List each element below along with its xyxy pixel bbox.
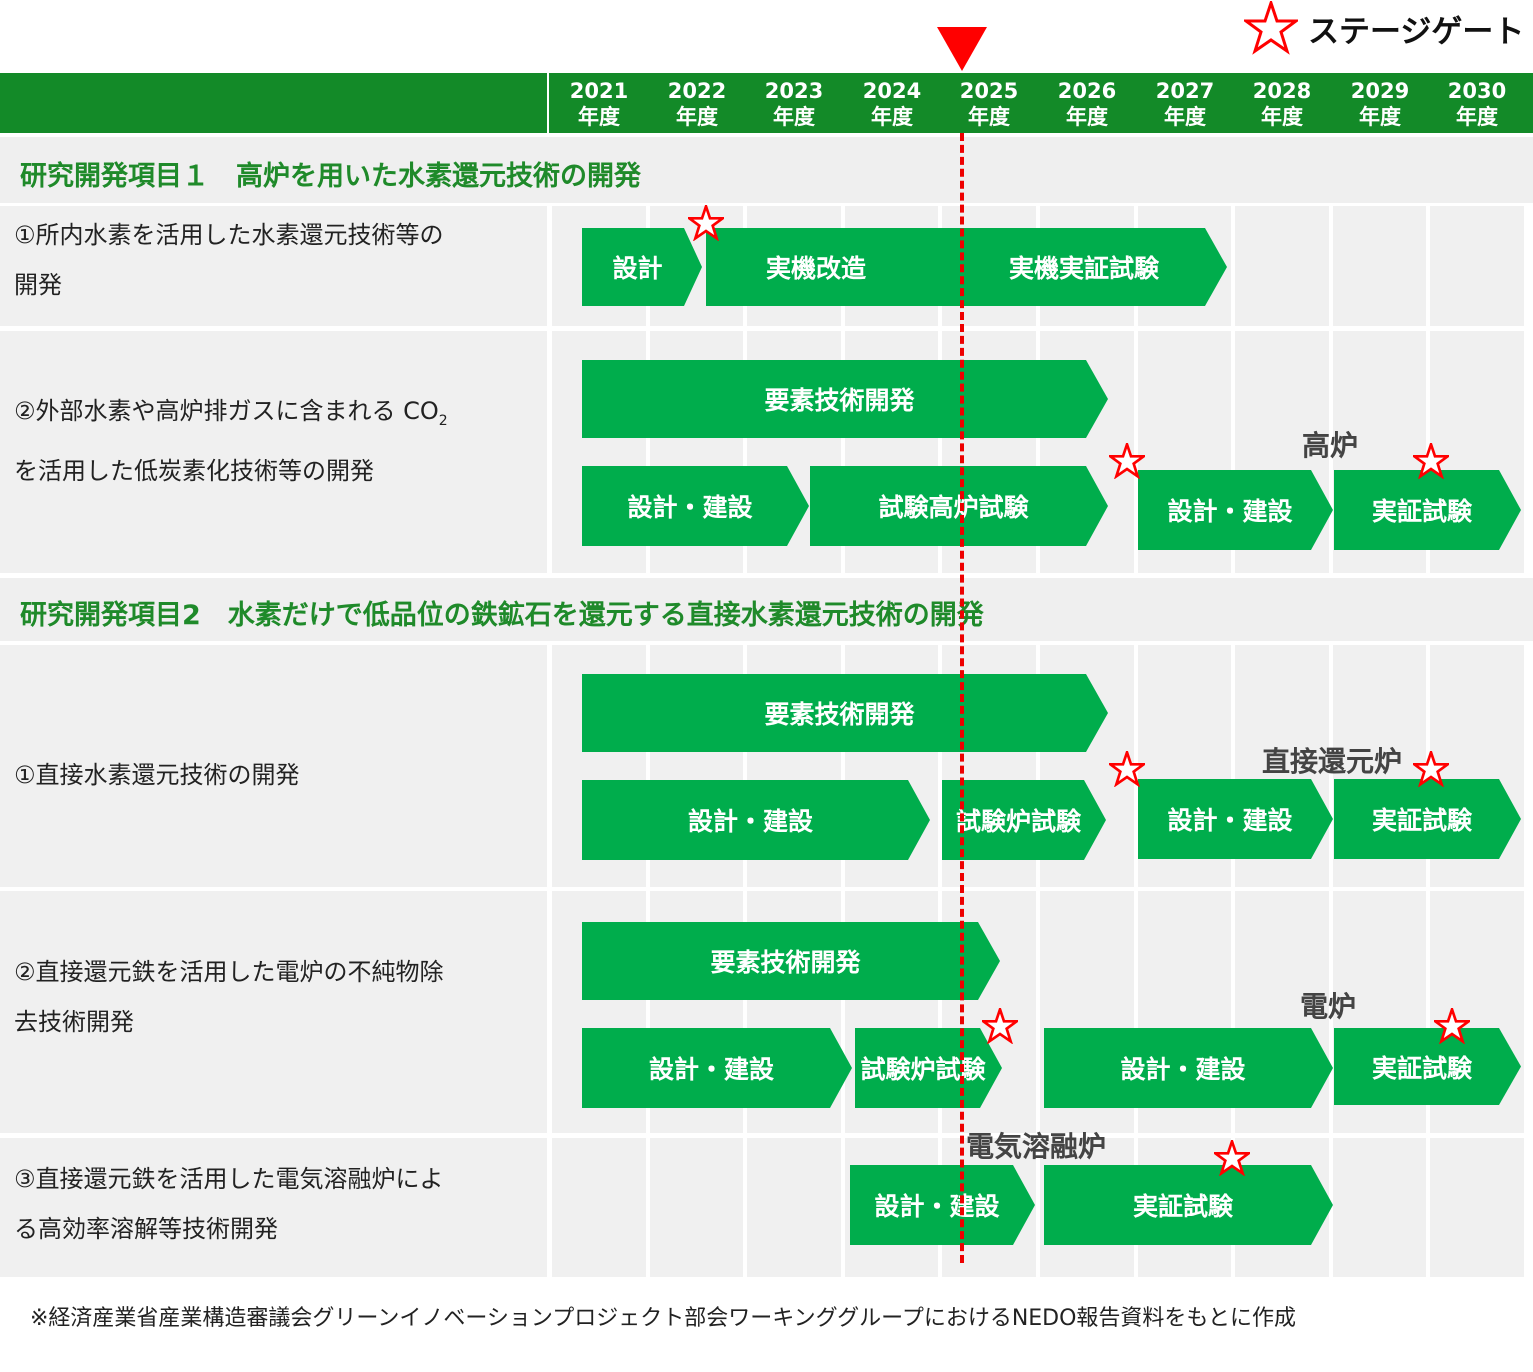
section-title: 研究開発項目2 水素だけで低品位の鉄鉱石を還元する直接水素還元技術の開発: [20, 600, 984, 631]
stage-gate-star-icon: [688, 205, 724, 241]
task-label: 実証試験: [1371, 1053, 1472, 1083]
task-bar: 実機改造 実機実証試験: [706, 228, 1227, 306]
task-bar: 設計・建設: [1044, 1028, 1333, 1108]
task-bar: 実証試験: [1334, 779, 1521, 859]
task-label: 実証試験: [1371, 497, 1472, 526]
year-header: 2030 年度: [1447, 79, 1507, 129]
task-label: 試験炉試験: [860, 1055, 986, 1084]
task-bar: 要素技術開発: [582, 674, 1108, 752]
task-bar: 実証試験: [1334, 1028, 1521, 1105]
task-bar: 要素技術開発: [582, 922, 1000, 1000]
task-label: 実証試験: [1371, 806, 1472, 835]
current-year-marker-icon: [937, 27, 987, 71]
grid-cell: [1430, 1138, 1524, 1277]
stage-gate-star-icon: [1413, 751, 1449, 787]
task-label: 試験高炉試験: [878, 493, 1029, 522]
year-header: 2029 年度: [1350, 79, 1410, 129]
year-header: 2026 年度: [1057, 79, 1117, 129]
task-bar: 設計: [582, 228, 702, 306]
year-header: 2024 年度: [862, 79, 922, 129]
task-bar: 設計・建設: [1138, 779, 1333, 859]
grid-cell: [1333, 1138, 1426, 1277]
stage-gate-star-icon: [1109, 443, 1145, 479]
row-label: ②外部水素や高炉排ガスに含まれる CO2 を活用した低炭素化技術等の開発: [14, 397, 448, 485]
task-bar: 設計・建設: [850, 1165, 1035, 1245]
task-bar: 設計・建設: [582, 466, 809, 546]
task-bar: 実証試験: [1044, 1165, 1333, 1245]
task-bar: 設計・建設: [1138, 470, 1333, 550]
task-label: 設計・建設: [627, 493, 753, 522]
task-label: 設計・建設: [648, 1055, 774, 1084]
group-label: 電気溶融炉: [965, 1130, 1107, 1163]
task-label: 実機実証試験: [1008, 254, 1160, 283]
grid-cell: [1235, 206, 1329, 326]
grid-cell: [552, 1138, 646, 1277]
year-header: 2027 年度: [1155, 79, 1215, 129]
year-header: 2025 年度: [959, 79, 1019, 129]
grid-cell: [1430, 206, 1524, 326]
group-label: 高炉: [1301, 429, 1359, 462]
task-label: 設計・建設: [687, 807, 813, 836]
row-label: ①直接水素還元技術の開発: [14, 761, 300, 789]
task-bar: 実証試験: [1334, 470, 1521, 550]
legend-label: ステージゲート: [1308, 13, 1525, 50]
task-bar: 設計・建設: [582, 780, 930, 860]
star-outline-icon: [1244, 1, 1298, 55]
section-title: 研究開発項目１ 高炉を用いた水素還元技術の開発: [20, 161, 641, 192]
task-label: 試験炉試験: [955, 807, 1081, 836]
row-label: ①所内水素を活用した水素還元技術等の 開発: [14, 221, 444, 299]
grid-cell: [747, 1138, 841, 1277]
stage-gate-star-icon: [982, 1008, 1018, 1044]
header-divider: [547, 73, 549, 133]
footnote: ※経済産業省産業構造審議会グリーンイノベーションプロジェクト部会ワーキンググルー…: [30, 1306, 1296, 1331]
task-bar: 試験炉試験: [855, 1028, 1002, 1108]
task-label: 要素技術開発: [764, 700, 915, 729]
group-label: 直接還元炉: [1261, 745, 1403, 778]
grid-cell: [1333, 206, 1426, 326]
stage-gate-star-icon: [1434, 1008, 1470, 1044]
legend: ステージゲート: [1244, 1, 1525, 55]
task-bar: 要素技術開発: [582, 360, 1108, 438]
row-label: ③直接還元鉄を活用した電気溶融炉によ る高効率溶解等技術開発: [14, 1165, 444, 1243]
year-header: 2023 年度: [764, 79, 824, 129]
group-label: 電炉: [1299, 990, 1357, 1023]
task-label: 実証試験: [1132, 1192, 1233, 1221]
task-bar: 試験高炉試験: [810, 466, 1108, 546]
stage-gate-star-icon: [1214, 1140, 1250, 1176]
row-label: ②直接還元鉄を活用した電炉の不純物除 去技術開発: [14, 958, 444, 1036]
task-label: 設計・建設: [1167, 806, 1293, 835]
task-label: 設計・建設: [1120, 1055, 1246, 1084]
grid-cell: [650, 1138, 743, 1277]
current-year-line: [960, 133, 964, 1263]
task-label: 要素技術開発: [764, 386, 915, 415]
task-label: 設計: [612, 254, 663, 283]
year-header: 2022 年度: [667, 79, 727, 129]
task-label: 実機改造: [765, 254, 867, 283]
task-label: 要素技術開発: [710, 948, 861, 977]
year-header: 2021 年度: [569, 79, 629, 129]
stage-gate-star-icon: [1109, 751, 1145, 787]
stage-gate-star-icon: [1413, 443, 1449, 479]
task-label: 設計・建設: [874, 1192, 1000, 1221]
year-header: 2028 年度: [1252, 79, 1312, 129]
task-bar: 設計・建設: [582, 1028, 852, 1108]
task-bar: 試験炉試験: [942, 780, 1106, 860]
task-label: 設計・建設: [1167, 497, 1293, 526]
